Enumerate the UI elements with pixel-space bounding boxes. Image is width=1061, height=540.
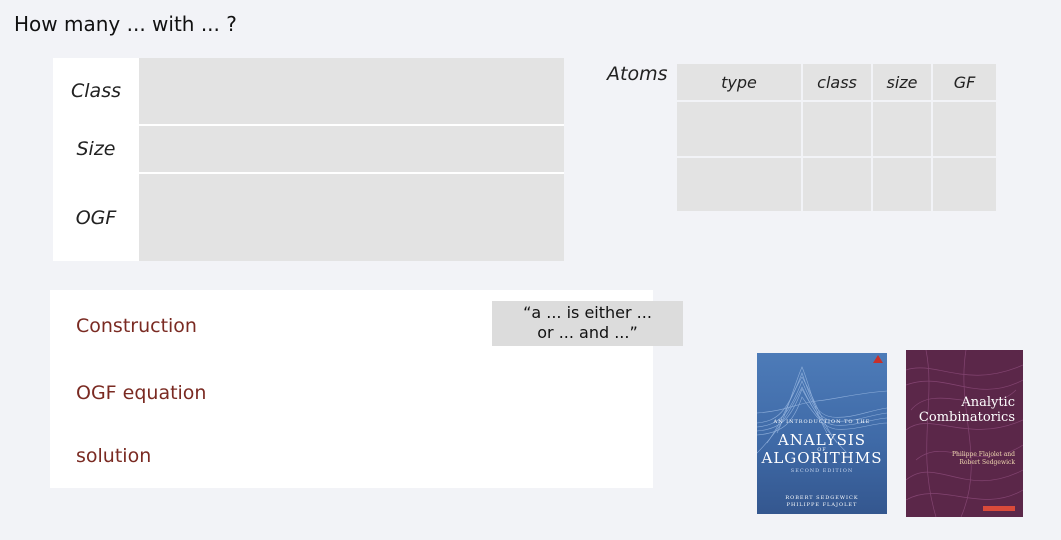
book2-author2: Robert Sedgewick	[959, 459, 1015, 466]
atoms-cell	[677, 102, 801, 156]
publisher-mark-icon	[983, 506, 1015, 511]
book2-author1: Philippe Flajolet and	[952, 451, 1015, 458]
book2-title-line2: Combinatorics	[918, 410, 1015, 425]
book1-author2: PHILIPPE FLAJOLET	[786, 502, 858, 508]
construction-label: Construction	[76, 315, 197, 337]
ogf-row: OGF	[53, 174, 564, 261]
publisher-logo-icon	[873, 355, 883, 363]
hint-line-1: “a ... is either ...	[523, 303, 652, 322]
atoms-cell	[873, 158, 931, 211]
size-row: Size	[53, 126, 564, 174]
ogf-label: OGF	[53, 174, 141, 261]
atoms-cell	[873, 102, 931, 156]
analysis-of-algorithms-book-cover: AN INTRODUCTION TO THE ANALYSIS OF ALGOR…	[757, 353, 887, 514]
size-value-cell	[141, 126, 564, 172]
definition-table: Class Size OGF	[53, 58, 564, 261]
class-label: Class	[53, 58, 141, 124]
book1-author1: ROBERT SEDGEWICK	[785, 495, 859, 501]
page-title: How many ... with ... ?	[14, 12, 237, 36]
atoms-label: Atoms	[607, 63, 668, 85]
atoms-header-gf: GF	[933, 64, 996, 100]
atoms-table: type class size GF	[677, 64, 996, 211]
construction-hint-callout: “a ... is either ... or ... and ...”	[492, 301, 683, 346]
cover-swirl-art	[906, 350, 1023, 517]
book1-title-line2: ALGORITHMS	[761, 449, 883, 467]
ogf-equation-label: OGF equation	[76, 382, 207, 404]
book1-edition: SECOND EDITION	[790, 468, 854, 474]
hint-line-2: or ... and ...”	[537, 323, 638, 342]
atoms-header-class: class	[803, 64, 871, 100]
ogf-value-cell	[141, 174, 564, 261]
class-value-cell	[141, 58, 564, 124]
atoms-cell	[933, 102, 996, 156]
solution-label: solution	[76, 445, 152, 467]
class-row: Class	[53, 58, 564, 126]
size-label: Size	[53, 126, 141, 172]
atoms-cell	[803, 158, 871, 211]
atoms-cell	[803, 102, 871, 156]
atoms-cell	[933, 158, 996, 211]
book1-overline: AN INTRODUCTION TO THE	[773, 419, 871, 425]
atoms-header-size: size	[873, 64, 931, 100]
atoms-cell	[677, 158, 801, 211]
atoms-header-type: type	[677, 64, 801, 100]
book2-title-line1: Analytic	[961, 395, 1015, 410]
analytic-combinatorics-book-cover: Analytic Combinatorics Philippe Flajolet…	[906, 350, 1023, 517]
